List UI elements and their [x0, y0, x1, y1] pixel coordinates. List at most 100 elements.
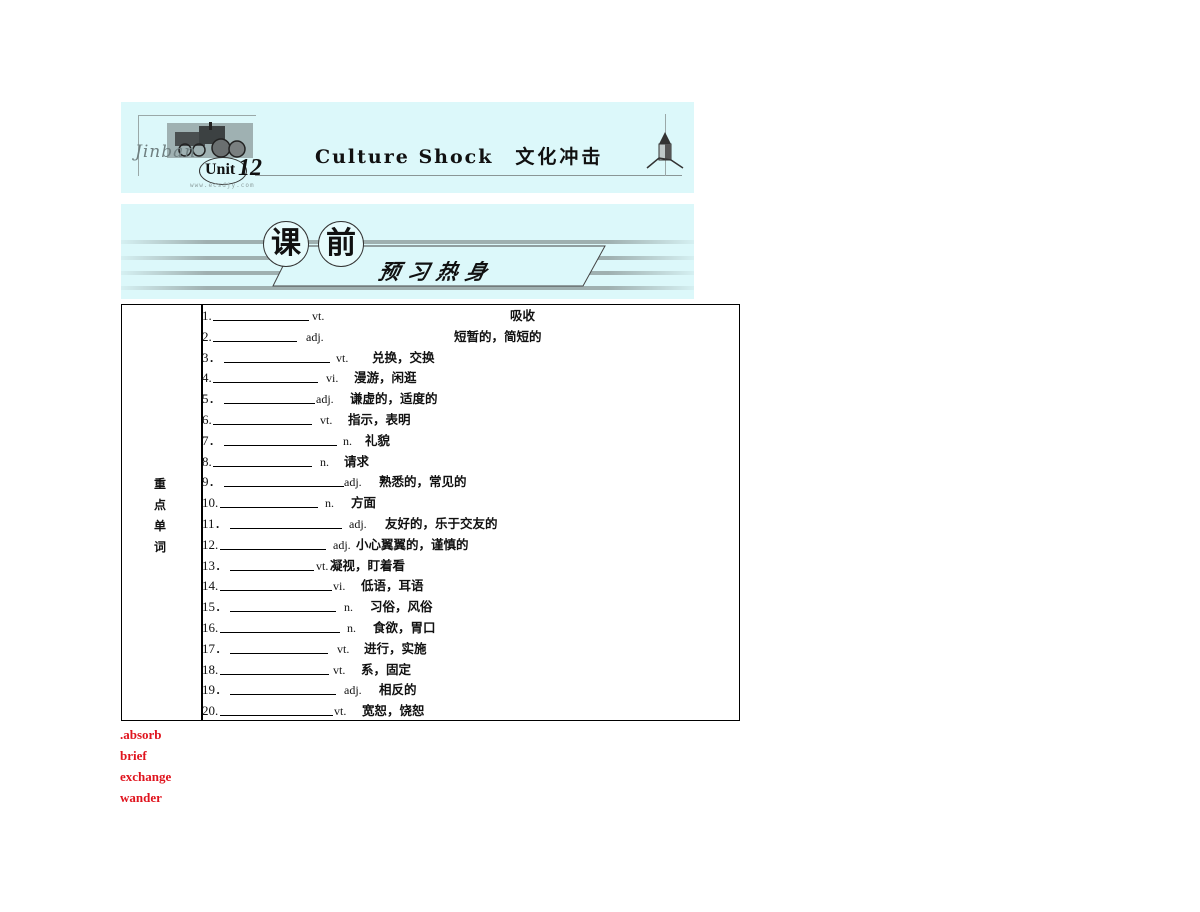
chinese-meaning: 谦虚的，适度的	[350, 391, 438, 407]
answer-blank[interactable]	[230, 639, 328, 654]
part-of-speech: adj.	[344, 683, 362, 698]
part-of-speech: vi.	[326, 371, 339, 386]
chinese-meaning: 请求	[344, 453, 370, 469]
row-number: 5．	[202, 391, 222, 407]
row-number: 10.	[202, 495, 219, 511]
answer-blank[interactable]	[220, 618, 340, 633]
row-number: 4.	[202, 370, 212, 386]
row-number: 3．	[202, 349, 222, 365]
circle-qian: 前	[318, 221, 364, 267]
part-of-speech: n.	[347, 620, 356, 635]
row-number: 8.	[202, 453, 212, 469]
church-spire-icon	[646, 132, 684, 169]
answer-list: .absorb brief exchange wander	[120, 724, 171, 808]
divider	[255, 175, 682, 176]
row-number: 1.	[202, 308, 212, 323]
answer-item: wander	[120, 790, 162, 805]
chinese-meaning: 进行，实施	[364, 640, 427, 656]
part-of-speech: vt.	[312, 309, 325, 323]
chinese-meaning: 宽恕，饶恕	[362, 703, 425, 719]
chinese-meaning: 方面	[351, 495, 377, 511]
chinese-meaning: 指示，表明	[348, 411, 411, 427]
answer-blank[interactable]	[220, 660, 329, 675]
answer-blank[interactable]	[213, 306, 309, 321]
row-number: 9．	[202, 474, 222, 490]
chinese-meaning: 熟悉的，常见的	[379, 474, 467, 490]
answer-blank[interactable]	[224, 389, 315, 405]
part-of-speech: adj.	[344, 475, 362, 490]
part-of-speech: vt.	[320, 412, 333, 427]
row-number: 15．	[202, 599, 229, 615]
answer-blank[interactable]	[224, 472, 344, 488]
answer-blank[interactable]	[224, 431, 337, 446]
chinese-meaning: 低语，耳语	[361, 578, 424, 594]
answer-blank[interactable]	[213, 368, 318, 384]
category-char: 重	[154, 477, 167, 491]
row-number: 6.	[202, 411, 212, 427]
answer-blank[interactable]	[224, 348, 330, 363]
row-number: 2.	[202, 328, 212, 344]
row-number: 7．	[202, 432, 222, 448]
chinese-meaning: 友好的，乐于交友的	[385, 515, 498, 531]
answer-item: exchange	[120, 769, 172, 784]
row-number: 18.	[202, 661, 219, 677]
unit-title-cn: 文化冲击	[515, 146, 604, 168]
answer-blank[interactable]	[230, 597, 336, 613]
chinese-meaning: 漫游，闲逛	[354, 370, 417, 386]
answer-blank[interactable]	[220, 701, 333, 717]
chinese-meaning: 兑换，交换	[372, 349, 435, 365]
row-number: 16.	[202, 619, 219, 635]
part-of-speech: vt.	[334, 704, 347, 719]
answer-item: .absorb	[120, 727, 162, 742]
unit-title: Culture Shock 文化冲击	[315, 142, 603, 169]
chinese-meaning: 吸收	[510, 308, 536, 323]
row-number: 20.	[202, 703, 219, 719]
answer-blank[interactable]	[230, 514, 342, 529]
category-cell: 重 点 单 词	[122, 305, 203, 720]
part-of-speech: adj.	[306, 329, 324, 344]
part-of-speech: vt.	[336, 350, 349, 365]
category-label: 重 点 单 词	[154, 474, 170, 558]
answer-blank[interactable]	[213, 327, 297, 342]
chinese-meaning: 小心翼翼的，谨慎的	[356, 536, 469, 552]
part-of-speech: adj.	[333, 537, 351, 552]
part-of-speech: vt.	[333, 662, 346, 677]
part-of-speech: n.	[325, 496, 334, 511]
chinese-meaning: 相反的	[379, 682, 417, 698]
unit-banner: Jinban Unit 12 www.ecsdjy.com Culture Sh…	[121, 102, 694, 193]
answer-blank[interactable]	[220, 493, 318, 509]
row-number: 12.	[202, 536, 219, 552]
brand-text: Jinban	[135, 142, 197, 162]
category-char: 单	[154, 519, 167, 533]
row-number: 13．	[202, 557, 229, 573]
row-number: 14.	[202, 578, 219, 594]
chinese-meaning: 食欲，胃口	[373, 619, 436, 635]
row-number: 19．	[202, 682, 229, 698]
answer-blank[interactable]	[213, 410, 312, 425]
answer-blank[interactable]	[220, 535, 326, 550]
answer-blank[interactable]	[220, 576, 332, 592]
answer-blank[interactable]	[230, 680, 336, 696]
vocab-table: 重 点 单 词 1. vt. 吸收 2. adj. 短暂的，简短的 3． vt. 兑换，交换 4.…	[121, 304, 740, 721]
category-char: 词	[154, 540, 167, 554]
part-of-speech: vt.	[337, 641, 350, 656]
answer-blank[interactable]	[230, 556, 314, 571]
part-of-speech: n.	[344, 600, 353, 615]
section-subtitle: 预习热身	[376, 260, 498, 284]
unit-title-en: Culture Shock	[315, 146, 494, 168]
part-of-speech: n.	[320, 454, 329, 469]
answer-blank[interactable]	[213, 452, 312, 467]
section-banner: 课 前 预习热身	[121, 204, 694, 299]
chinese-meaning: 系，固定	[361, 661, 412, 677]
chinese-meaning: 凝视，盯着看	[330, 557, 406, 573]
unit-number: 12	[238, 155, 262, 181]
chinese-meaning: 习俗，风俗	[370, 599, 433, 615]
chinese-meaning: 短暂的，简短的	[454, 328, 542, 344]
answer-item: brief	[120, 748, 147, 763]
part-of-speech: adj.	[316, 392, 334, 407]
unit-label: Unit	[205, 161, 236, 178]
part-of-speech: vi.	[333, 579, 346, 594]
row-number: 11．	[202, 515, 228, 531]
chinese-meaning: 礼貌	[365, 432, 391, 448]
part-of-speech: n.	[343, 433, 352, 448]
